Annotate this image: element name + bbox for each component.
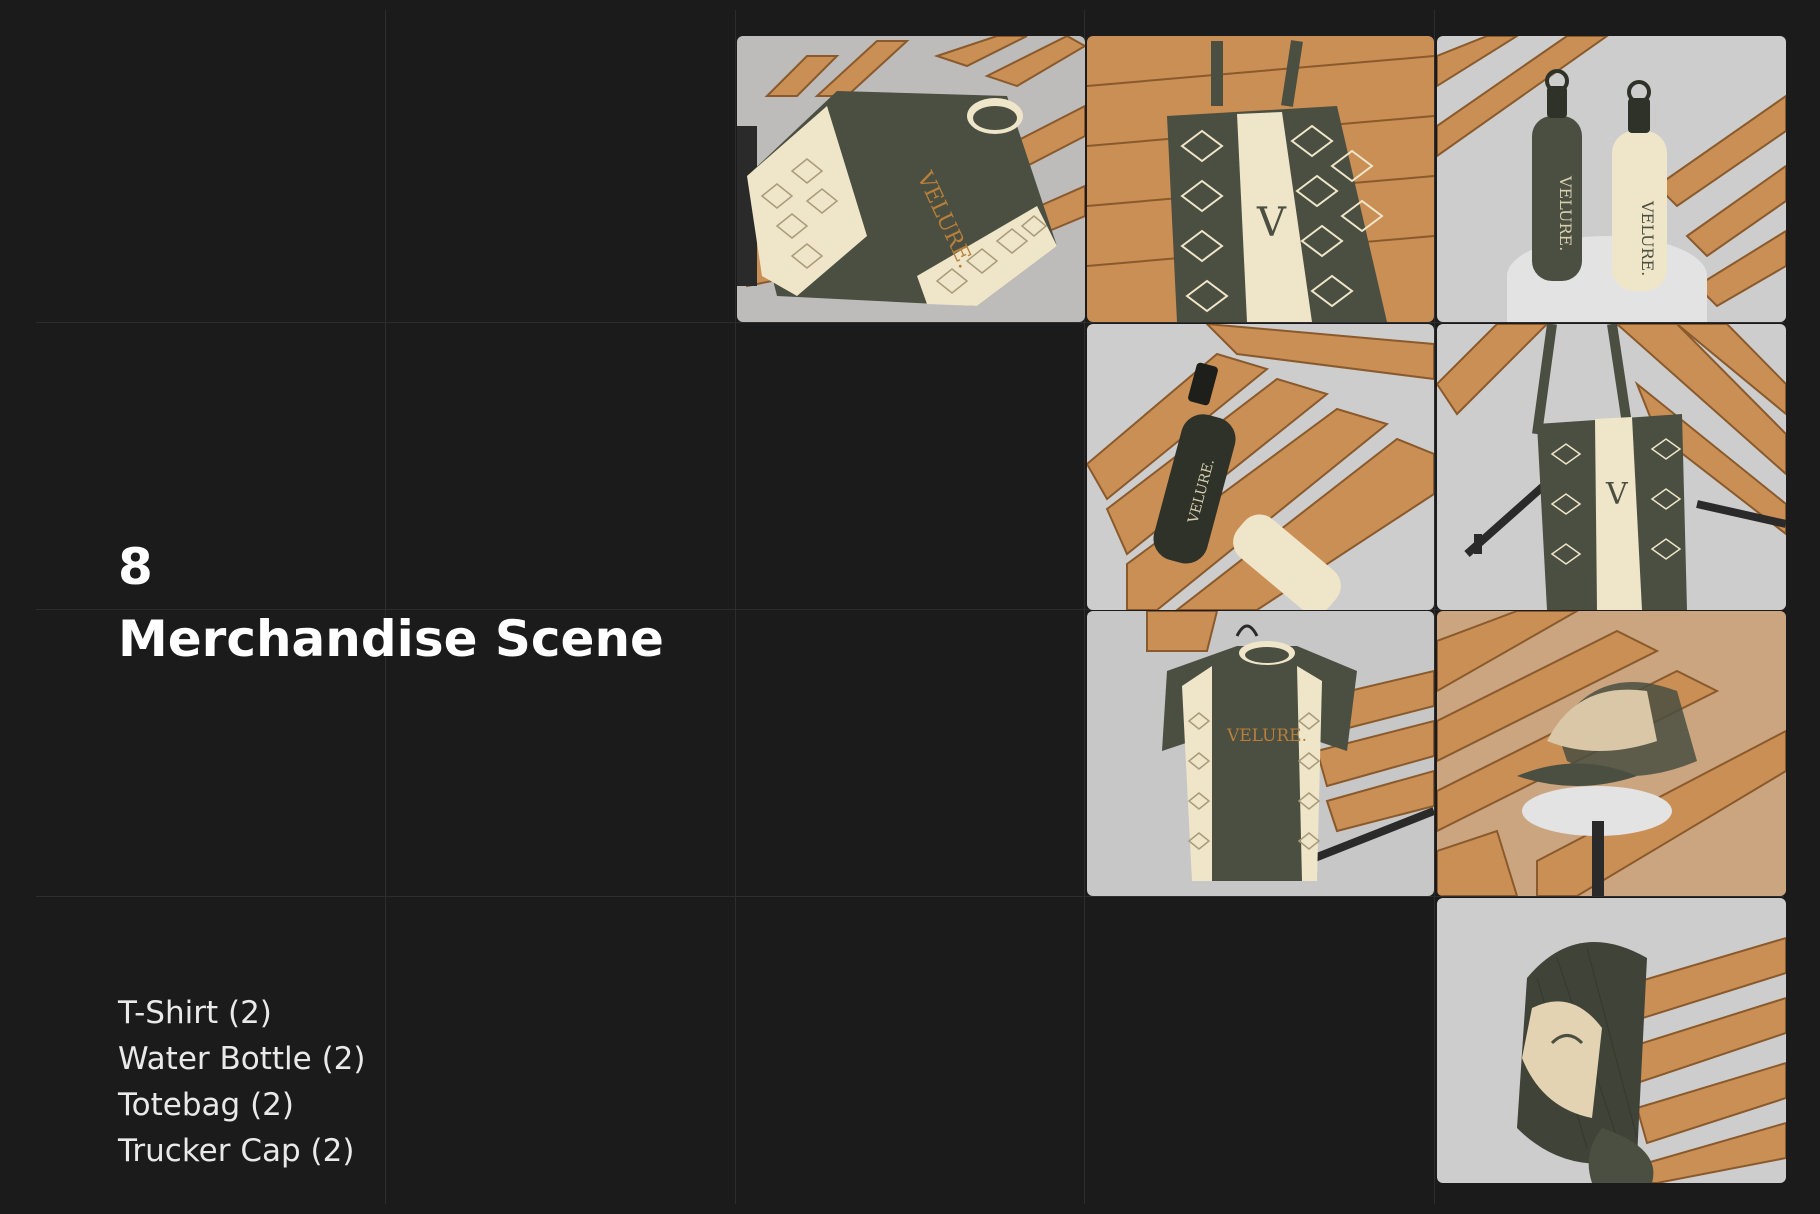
mockup-tshirt-hanger[interactable]: VELURE. <box>1087 611 1434 896</box>
mockup-tshirt-flatlay[interactable]: VELURE. <box>737 36 1085 322</box>
grid-line <box>36 896 1784 897</box>
mockup-count: 8 <box>118 538 153 596</box>
svg-text:VELURE.: VELURE. <box>1556 175 1575 251</box>
grid-line <box>36 322 1784 323</box>
tshirt-flatlay-image: VELURE. <box>737 36 1085 322</box>
cap-hanging-image <box>1437 898 1786 1183</box>
tshirt-hanger-image: VELURE. <box>1087 611 1434 896</box>
svg-text:VELURE.: VELURE. <box>1226 726 1307 746</box>
mockup-totebag-hanging[interactable]: V <box>1437 324 1786 610</box>
list-item: T-Shirt (2) <box>118 995 272 1031</box>
list-item: Trucker Cap (2) <box>118 1133 355 1169</box>
title-block: 8 Merchandise Scene <box>118 538 664 668</box>
grid-line <box>1434 10 1435 1204</box>
page-title: Merchandise Scene <box>118 610 664 668</box>
list-item: Totebag (2) <box>118 1087 294 1123</box>
totebag-flatlay-image: V <box>1087 36 1434 322</box>
mockup-bottles-standing[interactable]: VELURE. VELURE. <box>1437 36 1786 322</box>
svg-text:V: V <box>1256 200 1287 246</box>
bottles-standing-image: VELURE. VELURE. <box>1437 36 1786 322</box>
mockup-totebag-flatlay[interactable]: V <box>1087 36 1434 322</box>
mockup-cap-stand[interactable] <box>1437 611 1786 896</box>
mockup-cap-hanging[interactable] <box>1437 898 1786 1183</box>
grid-line <box>735 10 736 1204</box>
svg-text:V: V <box>1605 477 1629 512</box>
mockup-bottles-lying[interactable]: VELURE. <box>1087 324 1434 610</box>
bottles-lying-image: VELURE. <box>1087 324 1434 610</box>
item-list: T-Shirt (2) Water Bottle (2) Totebag (2)… <box>118 990 366 1174</box>
cap-stand-image <box>1437 611 1786 896</box>
svg-text:VELURE.: VELURE. <box>1638 200 1657 276</box>
totebag-hanging-image: V <box>1437 324 1786 610</box>
list-item: Water Bottle (2) <box>118 1041 366 1077</box>
